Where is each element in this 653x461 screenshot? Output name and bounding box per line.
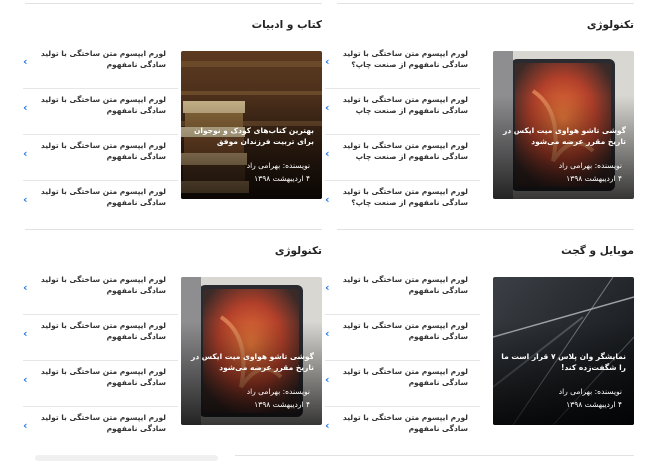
list-item[interactable]: لورم ایپسوم متن ساختگی با تولید سادگی نا…: [23, 134, 178, 181]
list-item-title[interactable]: لورم ایپسوم متن ساختگی با تولید سادگی نا…: [38, 412, 166, 434]
list-item-title[interactable]: لورم ایپسوم متن ساختگی با تولید سادگی نا…: [38, 140, 166, 162]
list-item[interactable]: لورم ایپسوم متن ساختگی با تولید سادگی نا…: [23, 314, 178, 361]
list-item-title[interactable]: لورم ایپسوم متن ساختگی با تولید سادگی نا…: [38, 48, 166, 70]
chevron-left-icon: ‹: [23, 419, 28, 432]
list-item-title[interactable]: لورم ایپسوم متن ساختگی با تولید سادگی نا…: [340, 366, 468, 388]
list-item-title[interactable]: لورم ایپسوم متن ساختگی با تولید سادگی نا…: [38, 94, 166, 116]
featured-title[interactable]: بهترین کتاب‌های کودک و نوجوان برای تربیت…: [187, 125, 314, 147]
chevron-left-icon: ‹: [23, 193, 28, 206]
bottom-bar: [35, 455, 218, 461]
list-item[interactable]: لورم ایپسوم متن ساختگی با تولید سادگی نا…: [23, 42, 178, 89]
section-title[interactable]: تکنولوژی: [587, 19, 634, 31]
list-item[interactable]: لورم ایپسوم متن ساختگی با تولید سادگی نا…: [325, 406, 480, 452]
list-item[interactable]: لورم ایپسوم متن ساختگی با تولید سادگی نا…: [325, 180, 480, 226]
list-item[interactable]: لورم ایپسوم متن ساختگی با تولید سادگی نا…: [23, 268, 178, 315]
list-item[interactable]: لورم ایپسوم متن ساختگی با تولید سادگی نا…: [23, 88, 178, 135]
featured-author: نویسنده: بهرامی راد: [246, 387, 310, 396]
list-item-title[interactable]: لورم ایپسوم متن ساختگی با تولید سادگی نا…: [340, 186, 468, 208]
featured-post[interactable]: گوشی تاشو هواوی میت ایکس در تاریخ مقرر ع…: [493, 51, 634, 199]
list-item-title[interactable]: لورم ایپسوم متن ساختگی با تولید سادگی نا…: [340, 412, 468, 434]
list-item-title[interactable]: لورم ایپسوم متن ساختگی با تولید سادگی نا…: [340, 48, 468, 70]
featured-author: نویسنده: بهرامی راد: [558, 387, 622, 396]
list-item-title[interactable]: لورم ایپسوم متن ساختگی با تولید سادگی نا…: [38, 320, 166, 342]
bottom-divider-right: [235, 455, 634, 456]
chevron-left-icon: ‹: [23, 373, 28, 386]
list-item[interactable]: لورم ایپسوم متن ساختگی با تولید سادگی نا…: [325, 42, 480, 89]
chevron-left-icon: ‹: [325, 281, 330, 294]
featured-date: ۴ اردیبهشت ۱۳۹۸: [566, 174, 622, 183]
chevron-left-icon: ‹: [23, 55, 28, 68]
section-divider-left: [25, 229, 322, 230]
chevron-left-icon: ‹: [23, 281, 28, 294]
featured-title[interactable]: گوشی تاشو هواوی میت ایکس در تاریخ مقرر ع…: [499, 125, 626, 147]
featured-date: ۴ اردیبهشت ۱۳۹۸: [566, 400, 622, 409]
section-title[interactable]: موبایل و گجت: [561, 245, 634, 257]
section-divider-right: [337, 229, 634, 230]
section-title[interactable]: کتاب و ادبیات: [252, 19, 322, 31]
featured-date: ۴ اردیبهشت ۱۳۹۸: [254, 174, 310, 183]
list-item-title[interactable]: لورم ایپسوم متن ساختگی با تولید سادگی نا…: [340, 320, 468, 342]
top-divider-right: [337, 3, 634, 4]
list-item[interactable]: لورم ایپسوم متن ساختگی با تولید سادگی نا…: [325, 88, 480, 135]
chevron-left-icon: ‹: [325, 327, 330, 340]
featured-author: نویسنده: بهرامی راد: [558, 161, 622, 170]
featured-title[interactable]: نمایشگر وان پلاس ۷ قرار است ما را شگفت‌ز…: [499, 351, 626, 373]
chevron-left-icon: ‹: [23, 101, 28, 114]
featured-post[interactable]: نمایشگر وان پلاس ۷ قرار است ما را شگفت‌ز…: [493, 277, 634, 425]
list-item[interactable]: لورم ایپسوم متن ساختگی با تولید سادگی نا…: [325, 314, 480, 361]
list-item-title[interactable]: لورم ایپسوم متن ساختگی با تولید سادگی نا…: [340, 94, 468, 116]
list-item[interactable]: لورم ایپسوم متن ساختگی با تولید سادگی نا…: [23, 406, 178, 452]
top-divider-left: [25, 3, 322, 4]
featured-post[interactable]: بهترین کتاب‌های کودک و نوجوان برای تربیت…: [181, 51, 322, 199]
chevron-left-icon: ‹: [325, 55, 330, 68]
featured-title[interactable]: گوشی تاشو هواوی میت ایکس در تاریخ مقرر ع…: [187, 351, 314, 373]
list-item-title[interactable]: لورم ایپسوم متن ساختگی با تولید سادگی نا…: [38, 366, 166, 388]
list-item-title[interactable]: لورم ایپسوم متن ساختگی با تولید سادگی نا…: [340, 140, 468, 162]
chevron-left-icon: ‹: [325, 419, 330, 432]
chevron-left-icon: ‹: [325, 147, 330, 160]
list-item-title[interactable]: لورم ایپسوم متن ساختگی با تولید سادگی نا…: [340, 274, 468, 296]
chevron-left-icon: ‹: [325, 373, 330, 386]
list-item[interactable]: لورم ایپسوم متن ساختگی با تولید سادگی نا…: [23, 180, 178, 226]
list-item-title[interactable]: لورم ایپسوم متن ساختگی با تولید سادگی نا…: [38, 186, 166, 208]
chevron-left-icon: ‹: [325, 101, 330, 114]
list-item[interactable]: لورم ایپسوم متن ساختگی با تولید سادگی نا…: [325, 360, 480, 407]
chevron-left-icon: ‹: [23, 147, 28, 160]
featured-author: نویسنده: بهرامی راد: [246, 161, 310, 170]
list-item[interactable]: لورم ایپسوم متن ساختگی با تولید سادگی نا…: [325, 268, 480, 315]
section-title[interactable]: تکنولوژی: [275, 245, 322, 257]
list-item[interactable]: لورم ایپسوم متن ساختگی با تولید سادگی نا…: [23, 360, 178, 407]
chevron-left-icon: ‹: [23, 327, 28, 340]
featured-post[interactable]: گوشی تاشو هواوی میت ایکس در تاریخ مقرر ع…: [181, 277, 322, 425]
list-item-title[interactable]: لورم ایپسوم متن ساختگی با تولید سادگی نا…: [38, 274, 166, 296]
featured-date: ۴ اردیبهشت ۱۳۹۸: [254, 400, 310, 409]
list-item[interactable]: لورم ایپسوم متن ساختگی با تولید سادگی نا…: [325, 134, 480, 181]
chevron-left-icon: ‹: [325, 193, 330, 206]
